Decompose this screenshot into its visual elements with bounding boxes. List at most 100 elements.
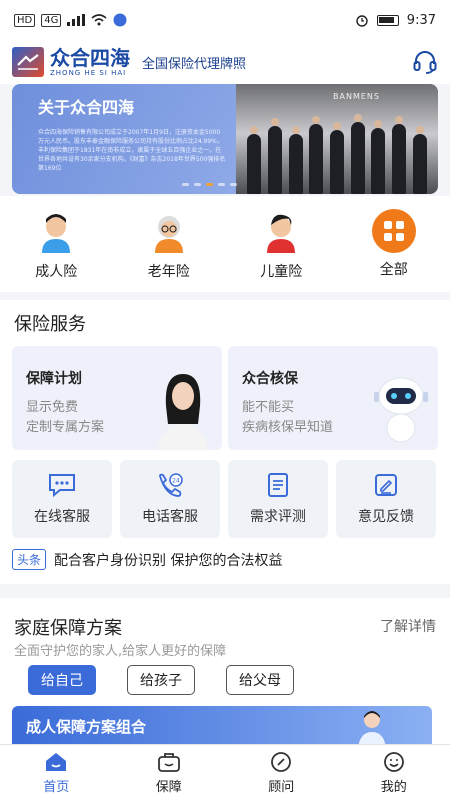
nav-profile[interactable]: 我的 xyxy=(338,745,450,800)
consultant-icon xyxy=(271,751,292,772)
advisor-illustration xyxy=(158,374,208,450)
person-figure xyxy=(309,116,324,194)
person-figure xyxy=(391,116,406,194)
adult-icon xyxy=(32,207,80,255)
pill-self[interactable]: 给自己 xyxy=(28,665,96,695)
status-bar: HD 4G 9:37 xyxy=(0,0,450,40)
team-photo: BANMENS xyxy=(236,84,438,194)
person-figure xyxy=(329,122,344,194)
pill-children[interactable]: 给孩子 xyxy=(127,665,195,695)
carousel-dots xyxy=(182,183,237,186)
nav-label: 保障 xyxy=(155,779,182,795)
section-subtitle: 全面守护您的家人,给家人更好的保障 xyxy=(14,644,227,659)
online-service-button[interactable]: 在线客服 xyxy=(12,460,112,538)
chat-icon xyxy=(49,474,75,498)
card-subtitle: 能不能买 疾病核保早知道 xyxy=(242,398,333,438)
pill-parents[interactable]: 给父母 xyxy=(226,665,294,695)
family-protection: 家庭保障方案 了解详情 全面守护您的家人,给家人更好的保障 给自己 给孩子 给父… xyxy=(0,598,450,748)
shield-bag-icon xyxy=(157,752,180,772)
nav-home[interactable]: 首页 xyxy=(0,745,113,800)
card-subtitle: 显示免费 定制专属方案 xyxy=(26,398,104,438)
nav-protection[interactable]: 保障 xyxy=(113,745,226,800)
svg-text:24: 24 xyxy=(172,478,180,485)
robot-illustration xyxy=(374,377,428,443)
clipboard-icon xyxy=(268,473,288,497)
wifi-icon xyxy=(91,14,107,26)
plan-card[interactable]: 成人保障方案组合 xyxy=(12,706,432,748)
battery-icon xyxy=(376,14,399,26)
feedback-edit-icon xyxy=(375,474,397,496)
brand: 众合四海 ZHONG HE SI HAI xyxy=(50,48,130,77)
brand-name: 众合四海 xyxy=(50,45,130,70)
child-icon xyxy=(257,207,305,255)
card-subtitle-line: 定制专属方案 xyxy=(26,420,105,435)
card-subtitle-line: 显示免费 xyxy=(26,400,79,415)
learn-more-link[interactable]: 了解详情 xyxy=(380,616,436,636)
carousel-dot[interactable] xyxy=(230,183,237,186)
profile-icon xyxy=(383,751,404,772)
home-icon xyxy=(46,752,67,771)
about-banner[interactable]: 关于众合四海 众合四海保险销售有限公司成立于2007年1月9日，注册资本金500… xyxy=(12,84,438,194)
team-figures xyxy=(244,114,430,194)
phone-service-button[interactable]: 24 电话客服 xyxy=(120,460,220,538)
status-left: HD 4G xyxy=(14,13,127,27)
nav-consultant[interactable]: 顾问 xyxy=(225,745,338,800)
carousel-dot[interactable] xyxy=(206,183,213,186)
header-tagline: 全国保险代理牌照 xyxy=(142,56,247,72)
photo-sign: BANMENS xyxy=(333,92,380,101)
headline-news[interactable]: 头条 配合客户身份识别 保护您的合法权益 xyxy=(12,549,282,570)
carousel-dot[interactable] xyxy=(182,183,189,186)
feedback-button[interactable]: 意见反馈 xyxy=(336,460,436,538)
headset-icon[interactable] xyxy=(412,49,438,75)
nav-label: 首页 xyxy=(43,779,70,795)
banner-text-panel: 关于众合四海 众合四海保险销售有限公司成立于2007年1月9日，注册资本金500… xyxy=(12,84,236,194)
person-figure xyxy=(267,118,282,194)
service-label: 在线客服 xyxy=(34,509,90,525)
category-elder[interactable]: 老年险 xyxy=(119,207,219,281)
status-right: 9:37 xyxy=(355,13,436,28)
category-label: 成人险 xyxy=(35,264,78,280)
category-all[interactable]: 全部 xyxy=(344,209,444,279)
needs-assessment-button[interactable]: 需求评测 xyxy=(228,460,328,538)
carousel-dot[interactable] xyxy=(218,183,225,186)
news-tag: 头条 xyxy=(12,549,47,570)
service-label: 需求评测 xyxy=(250,509,306,525)
protection-plan-card[interactable]: 保障计划 显示免费 定制专属方案 xyxy=(12,346,222,450)
category-child[interactable]: 儿童险 xyxy=(231,207,331,281)
card-subtitle-line: 疾病核保早知道 xyxy=(242,420,334,435)
person-figure xyxy=(288,126,303,194)
card-subtitle-line: 能不能买 xyxy=(242,400,295,415)
hd-badge: HD xyxy=(14,13,36,27)
signal-icon xyxy=(67,14,86,26)
elder-icon xyxy=(145,207,193,255)
person-illustration xyxy=(358,711,386,748)
underwriting-card[interactable]: 众合核保 能不能买 疾病核保早知道 xyxy=(228,346,438,450)
service-label: 电话客服 xyxy=(142,509,198,525)
app-header: 众合四海 ZHONG HE SI HAI 全国保险代理牌照 xyxy=(0,40,450,84)
insurance-services: 保险服务 保障计划 显示免费 定制专属方案 众合核保 能不能买 疾病核保早知道 … xyxy=(0,300,450,584)
app-notification-icon xyxy=(113,13,127,27)
all-icon xyxy=(371,209,416,253)
logo-icon xyxy=(12,47,44,77)
section-title: 保险服务 xyxy=(14,314,86,335)
carousel-dot[interactable] xyxy=(194,183,201,186)
nav-label: 我的 xyxy=(380,779,407,795)
banner-description: 众合四海保险销售有限公司成立于2007年1月9日，注册资本金5000万元人民币。… xyxy=(38,129,226,172)
person-figure xyxy=(247,126,262,194)
status-time: 9:37 xyxy=(406,12,436,28)
person-figure xyxy=(371,120,386,194)
category-row: 成人险 老年险 儿童险 全部 xyxy=(0,196,450,292)
banner-title: 关于众合四海 xyxy=(38,98,135,117)
plan-title: 成人保障方案组合 xyxy=(26,718,147,736)
card-title: 众合核保 xyxy=(242,371,298,387)
person-figure xyxy=(412,126,427,194)
person-figure xyxy=(350,114,365,194)
phone-24-icon: 24 xyxy=(159,473,183,497)
category-adult[interactable]: 成人险 xyxy=(6,207,106,281)
service-label: 意见反馈 xyxy=(358,509,414,525)
category-label: 老年险 xyxy=(147,264,190,280)
section-title: 家庭保障方案 xyxy=(14,618,122,639)
nav-label: 顾问 xyxy=(268,779,295,795)
news-text: 配合客户身份识别 保护您的合法权益 xyxy=(54,552,283,569)
category-label: 儿童险 xyxy=(260,264,303,280)
